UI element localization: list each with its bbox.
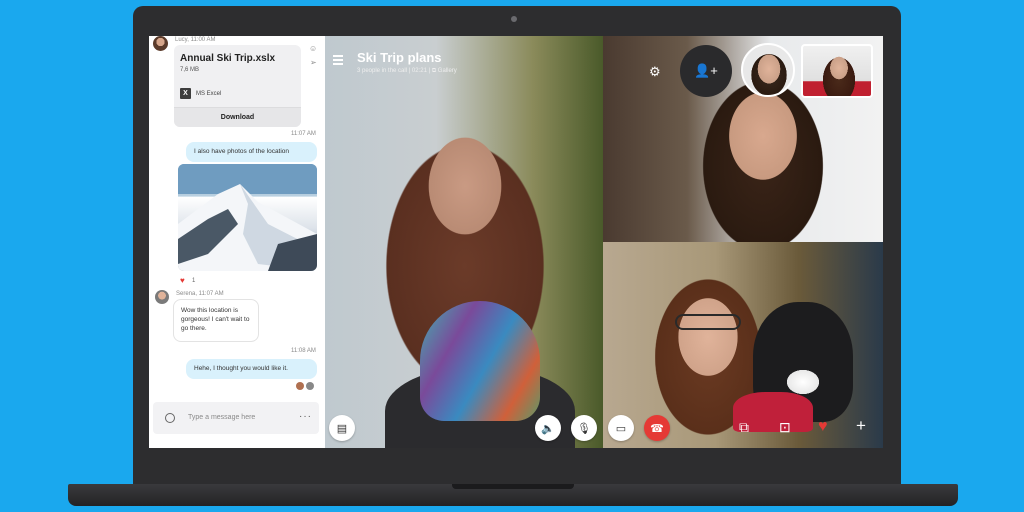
add-person-button[interactable]: 👤+ bbox=[680, 45, 732, 97]
incoming-message[interactable]: Wow this location is gorgeous! I can't w… bbox=[173, 299, 259, 342]
chat-bubble-icon: ▤ bbox=[336, 422, 348, 435]
serena-message-meta: Serena, 11:07 AM bbox=[176, 291, 224, 297]
file-attachment-card[interactable]: Annual Ski Trip.xslx 7,6 MB X MS Excel D… bbox=[174, 45, 301, 127]
speaker-icon: 🔈 bbox=[541, 422, 555, 435]
read-receipt-avatar-2 bbox=[306, 382, 314, 390]
outgoing-message[interactable]: I also have photos of the location bbox=[186, 142, 317, 162]
chat-toggle-button[interactable]: ▤ bbox=[329, 415, 355, 441]
read-receipt-avatar-1 bbox=[296, 382, 304, 390]
lucy-avatar[interactable] bbox=[153, 36, 168, 51]
video-button[interactable]: ▭ bbox=[608, 415, 634, 441]
heart-reaction-icon[interactable]: ♥ bbox=[180, 276, 185, 285]
chat-pane: Lucy, 11:00 AM ☺ ➢ Annual Ski Trip.xslx … bbox=[149, 36, 325, 448]
self-view-thumbnail[interactable] bbox=[801, 44, 873, 98]
glasses-shape bbox=[675, 314, 741, 330]
participant-thumbnail-round[interactable] bbox=[741, 43, 795, 97]
excel-icon: X bbox=[180, 88, 191, 99]
speaker-button[interactable]: 🔈 bbox=[535, 415, 561, 441]
file-type-label: MS Excel bbox=[196, 91, 222, 97]
camera-snapshot-icon[interactable]: ⊡ bbox=[779, 419, 791, 436]
outgoing-message-2[interactable]: Hehe, I thought you would like it. bbox=[186, 359, 317, 379]
gear-icon[interactable]: ⚙ bbox=[649, 64, 661, 80]
forward-icon[interactable]: ➢ bbox=[310, 58, 317, 67]
file-name: Annual Ski Trip.xslx bbox=[180, 53, 276, 64]
file-size: 7,6 MB bbox=[180, 67, 200, 73]
hang-up-button[interactable]: ☎ bbox=[644, 415, 670, 441]
call-subtitle[interactable]: 3 people in the call | 02:21 | ⧉ Gallery bbox=[357, 68, 457, 75]
emoji-react-icon[interactable]: ☺ bbox=[309, 44, 317, 53]
menu-icon[interactable] bbox=[333, 55, 343, 67]
screen-share-icon[interactable]: ⧉ bbox=[739, 419, 749, 436]
serena-avatar[interactable] bbox=[155, 290, 169, 304]
message-time-2: 11:08 AM bbox=[291, 348, 316, 354]
mountain-illustration bbox=[178, 164, 317, 271]
laptop-screen: Lucy, 11:00 AM ☺ ➢ Annual Ski Trip.xslx … bbox=[149, 36, 883, 448]
plus-icon[interactable]: + bbox=[856, 416, 866, 436]
scarf-shape bbox=[420, 301, 540, 421]
microphone-icon: 🎙 bbox=[577, 422, 591, 435]
participant-tile-bottom[interactable] bbox=[603, 242, 883, 448]
download-button[interactable]: Download bbox=[174, 107, 301, 127]
message-composer[interactable]: Type a message here ··· bbox=[153, 402, 319, 434]
microphone-button[interactable]: 🎙 bbox=[571, 415, 597, 441]
lucy-message-meta: Lucy, 11:00 AM bbox=[175, 37, 216, 43]
video-camera-icon: ▭ bbox=[615, 422, 627, 435]
reaction-count: 1 bbox=[192, 278, 196, 284]
message-input[interactable]: Type a message here bbox=[188, 414, 255, 421]
call-title: Ski Trip plans bbox=[357, 50, 442, 65]
add-person-icon: 👤+ bbox=[694, 63, 718, 78]
webcam-dot bbox=[511, 16, 517, 22]
call-header: Ski Trip plans 3 people in the call | 02… bbox=[357, 50, 457, 75]
emoji-icon[interactable] bbox=[165, 413, 175, 423]
mountain-photo[interactable] bbox=[178, 164, 317, 271]
main-video-tile[interactable]: Ski Trip plans 3 people in the call | 02… bbox=[325, 36, 603, 448]
message-time: 11:07 AM bbox=[291, 131, 316, 137]
more-options-icon[interactable]: ··· bbox=[299, 411, 312, 422]
phone-hangup-icon: ☎ bbox=[650, 422, 664, 435]
heart-icon[interactable]: ♥ bbox=[818, 418, 828, 436]
laptop-notch bbox=[452, 484, 574, 489]
